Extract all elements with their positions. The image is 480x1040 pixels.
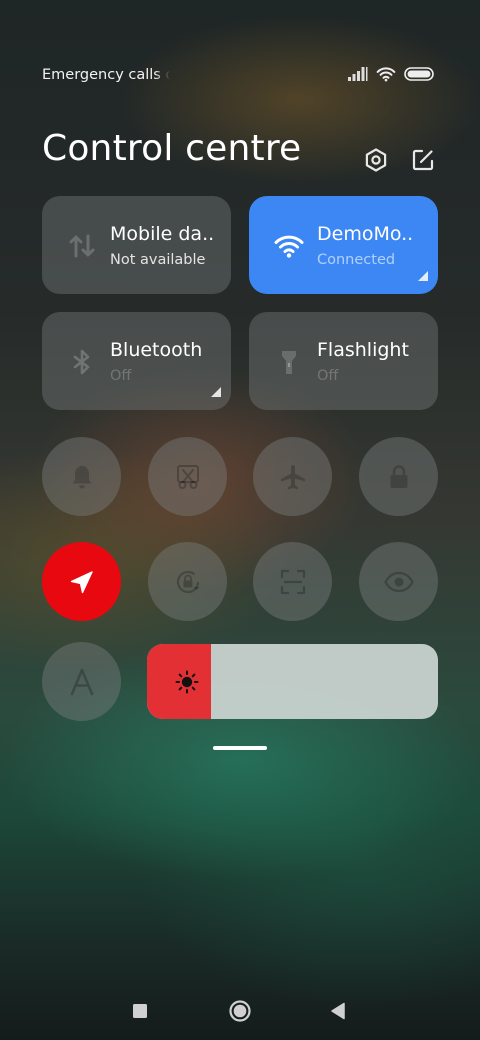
square-icon [133, 1004, 147, 1018]
wifi-expand-icon[interactable] [418, 271, 428, 281]
battery-icon [404, 67, 434, 81]
bluetooth-label: Bluetooth [110, 339, 203, 361]
mobile-data-icon [69, 234, 95, 258]
settings-button[interactable] [360, 144, 392, 176]
wifi-label: DemoMo.. [317, 223, 414, 245]
rotation-lock-icon [176, 570, 199, 593]
home-circle-icon [229, 1000, 251, 1022]
wifi-icon [274, 235, 304, 258]
home-button[interactable] [220, 991, 260, 1031]
auto-brightness-toggle[interactable] [42, 642, 121, 721]
mobile-data-tile[interactable]: Mobile da.. Not available [42, 196, 231, 294]
panel-drag-handle[interactable] [213, 746, 267, 750]
page-title: Control centre [42, 128, 302, 169]
bluetooth-icon [73, 349, 90, 375]
wifi-status: Connected [317, 252, 396, 268]
lock-screen-toggle[interactable] [359, 437, 438, 516]
wifi-tile[interactable]: DemoMo.. Connected [249, 196, 438, 294]
silent-toggle[interactable] [42, 437, 121, 516]
bluetooth-tile[interactable]: Bluetooth Off [42, 312, 231, 410]
flashlight-status: Off [317, 368, 339, 384]
lock-icon [390, 464, 407, 488]
status-icons [348, 66, 434, 82]
edit-icon [412, 149, 434, 171]
brightness-slider[interactable] [147, 644, 438, 719]
reading-mode-toggle[interactable] [359, 542, 438, 621]
flashlight-tile[interactable]: Flashlight Off [249, 312, 438, 410]
recents-button[interactable] [120, 991, 160, 1031]
scanner-toggle[interactable] [253, 542, 332, 621]
status-text: Emergency calls only [42, 67, 170, 83]
back-triangle-icon [331, 1002, 345, 1020]
screenshot-icon [176, 464, 199, 489]
auto-brightness-icon [70, 668, 93, 695]
settings-icon [365, 148, 387, 172]
bluetooth-status: Off [110, 368, 132, 384]
back-button[interactable] [318, 991, 358, 1031]
wifi-status-icon [376, 67, 396, 82]
signal-icon [348, 67, 368, 81]
edit-button[interactable] [407, 144, 439, 176]
scanner-icon [280, 569, 305, 594]
screenshot-toggle[interactable] [148, 437, 227, 516]
flashlight-icon [282, 351, 296, 374]
mobile-data-label: Mobile da.. [110, 223, 215, 245]
eye-icon [383, 571, 414, 592]
flashlight-label: Flashlight [317, 339, 409, 361]
rotation-lock-toggle[interactable] [148, 542, 227, 621]
location-icon [70, 570, 93, 593]
bell-icon [72, 465, 91, 488]
brightness-sun-icon [175, 670, 199, 694]
bluetooth-expand-icon[interactable] [211, 387, 221, 397]
location-toggle[interactable] [42, 542, 121, 621]
mobile-data-status: Not available [110, 252, 206, 268]
airplane-icon [280, 464, 305, 489]
airplane-mode-toggle[interactable] [253, 437, 332, 516]
